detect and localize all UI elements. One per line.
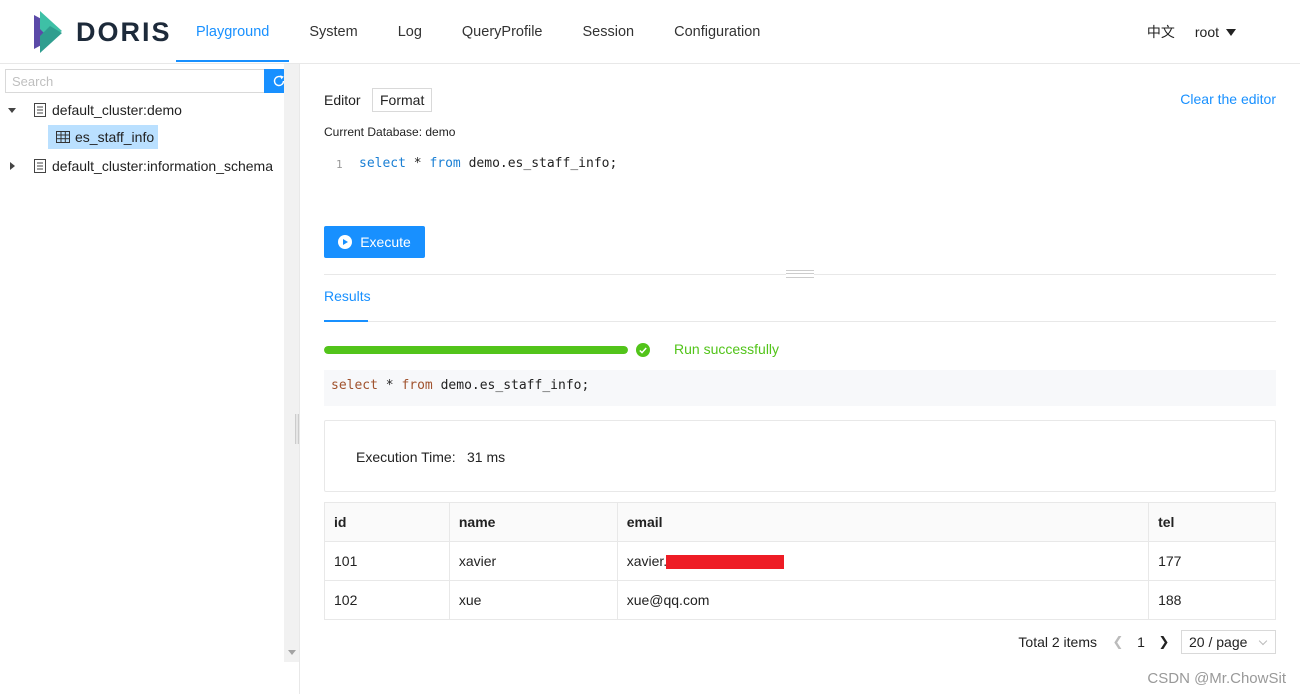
nav-playground[interactable]: Playground [176, 0, 290, 62]
execute-label: Execute [360, 234, 411, 250]
user-menu[interactable]: root [1195, 24, 1236, 40]
sidebar-search [5, 69, 294, 93]
top-header: DORIS Playground System Log QueryProfile… [0, 0, 1300, 64]
check-circle-icon [636, 343, 650, 357]
tree-node-label: es_staff_info [75, 129, 155, 145]
column-header-name[interactable]: name [448, 502, 618, 542]
clear-editor-link[interactable]: Clear the editor [1180, 91, 1276, 107]
pagination-total: Total 2 items [1018, 634, 1097, 650]
nav-queryprofile[interactable]: QueryProfile [442, 0, 563, 62]
cell-email: xavier. [616, 541, 1150, 581]
nav-session[interactable]: Session [563, 0, 655, 62]
watermark: CSDN @Mr.ChowSit [1147, 670, 1286, 687]
header-right: 中文 root [1147, 0, 1236, 64]
cell-email: xue@qq.com [616, 580, 1150, 620]
prev-page-icon[interactable]: ❮ [1107, 630, 1129, 654]
collapse-toggle-icon[interactable] [7, 105, 17, 115]
cell-tel: 177 [1148, 541, 1276, 581]
caret-down-icon [1226, 28, 1236, 36]
tree-node-label: default_cluster:information_schema [52, 158, 274, 174]
page-number[interactable]: 1 [1129, 634, 1153, 650]
nav-log[interactable]: Log [378, 0, 442, 62]
results-tabs: Results [324, 288, 1276, 322]
column-header-id[interactable]: id [324, 502, 450, 542]
doris-logo-icon [34, 11, 62, 53]
tree-node-information-schema[interactable]: default_cluster:information_schema [0, 152, 284, 180]
table-row: 102 xue xue@qq.com 188 [324, 580, 1276, 620]
tree-node-es-staff-info[interactable]: es_staff_info [0, 124, 284, 152]
tab-results[interactable]: Results [324, 288, 371, 322]
database-sidebar: default_cluster:demo es_staff_info [0, 64, 300, 694]
nav-configuration[interactable]: Configuration [654, 0, 780, 62]
sidebar-resize-handle[interactable] [295, 414, 299, 444]
cell-name: xue [448, 580, 618, 620]
search-input[interactable] [5, 69, 264, 93]
scroll-down-arrow-icon[interactable] [288, 650, 296, 655]
editor-label: Editor [324, 92, 361, 108]
sql-code-editor[interactable]: 1 select * from demo.es_staff_info; [324, 152, 1276, 200]
column-header-tel[interactable]: tel [1148, 502, 1276, 542]
execute-button[interactable]: Execute [324, 226, 425, 258]
execution-time-value: 31 ms [467, 449, 506, 465]
query-progress-bar [324, 346, 628, 354]
table-row: 101 xavier xavier. 177 [324, 541, 1276, 581]
chevron-down-icon [1258, 636, 1268, 646]
page-size-select[interactable]: 20 / page [1181, 630, 1276, 654]
current-database-label: Current Database: demo [324, 125, 456, 139]
tree-node-label: default_cluster:demo [52, 102, 182, 118]
format-button[interactable]: Format [372, 88, 433, 112]
line-number: 1 [336, 158, 343, 171]
playground-main: Editor Format Clear the editor Current D… [300, 64, 1300, 694]
panel-resize-handle[interactable] [786, 270, 814, 278]
page-size-value: 20 / page [1189, 634, 1248, 650]
tree-node-demo[interactable]: default_cluster:demo [0, 96, 284, 124]
doris-logo[interactable]: DORIS [32, 8, 172, 56]
column-header-email[interactable]: email [616, 502, 1150, 542]
main-nav: Playground System Log QueryProfile Sessi… [176, 0, 780, 64]
cell-id: 101 [324, 541, 450, 581]
cell-id: 102 [324, 580, 450, 620]
result-table: id name email tel 101 xavier xavier. 177… [324, 502, 1276, 620]
next-page-icon[interactable]: ❯ [1153, 630, 1175, 654]
language-switch[interactable]: 中文 [1147, 22, 1175, 42]
selected-table-node[interactable]: es_staff_info [48, 125, 159, 149]
redaction-mark [666, 555, 785, 570]
database-icon [34, 103, 46, 117]
execution-time-card: Execution Time: 31 ms [324, 420, 1276, 492]
database-icon [34, 159, 46, 173]
cell-name: xavier [448, 541, 618, 581]
sidebar-scrollbar[interactable] [284, 64, 299, 662]
cell-tel: 188 [1148, 580, 1276, 620]
executed-sql: select * from demo.es_staff_info; [324, 370, 1276, 406]
status-text: Run successfully [674, 341, 780, 357]
user-name: root [1194, 24, 1219, 40]
nav-system[interactable]: System [289, 0, 377, 62]
expand-toggle-icon[interactable] [7, 161, 17, 171]
table-header-row: id name email tel [324, 502, 1276, 542]
play-icon [338, 235, 353, 249]
pagination: Total 2 items ❮ 1 ❯ 20 / page [1018, 630, 1276, 654]
code-line: select * from demo.es_staff_info; [359, 156, 618, 171]
table-icon [56, 131, 70, 143]
logo-text: DORIS [76, 16, 172, 47]
progress-fill [324, 346, 628, 354]
execution-time-label: Execution Time: [356, 449, 456, 465]
